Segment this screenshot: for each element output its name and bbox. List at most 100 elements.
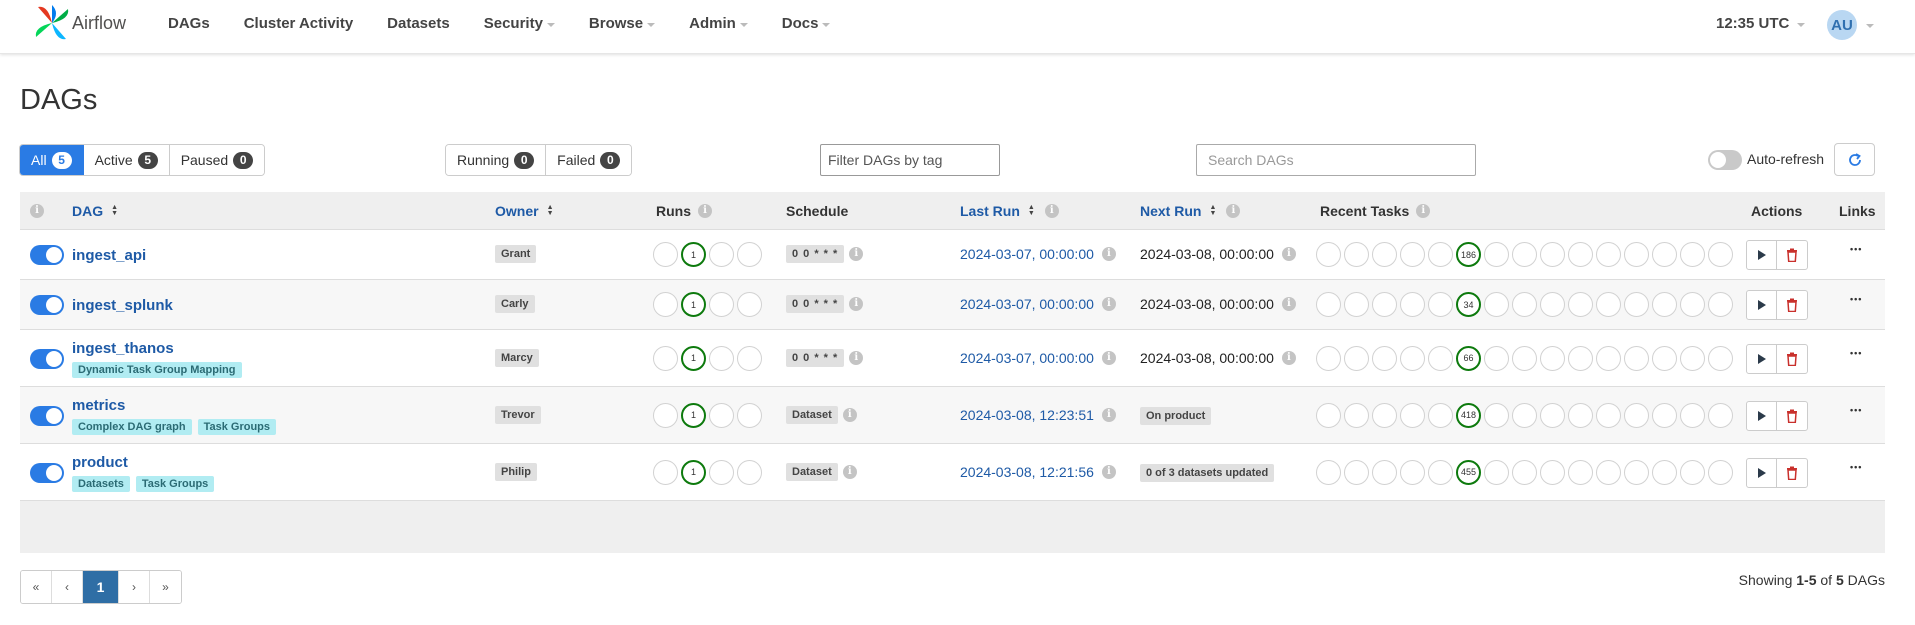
run-empty-circle[interactable] [653,345,678,371]
owner-badge[interactable]: Carly [495,295,535,313]
dag-tag[interactable]: Task Groups [197,418,277,435]
task-state-circle[interactable] [1568,242,1593,267]
task-state-circle[interactable] [1512,242,1537,267]
task-state-circle[interactable] [1624,402,1649,428]
dag-pause-toggle[interactable] [30,462,64,483]
next-run-dataset-badge[interactable]: 0 of 3 datasets updated [1140,463,1275,482]
delete-dag-button[interactable] [1777,402,1807,430]
info-icon[interactable]: i [1281,247,1296,261]
info-icon[interactable]: i [1101,350,1116,365]
column-owner[interactable]: Owner ▲ ▼ [495,192,554,230]
task-state-circle[interactable] [1344,345,1369,371]
task-state-circle[interactable] [1624,345,1649,371]
filter-all-button[interactable]: All 5 [20,145,84,175]
task-state-circle[interactable] [1596,402,1621,428]
task-state-circle[interactable] [1400,292,1425,317]
tag-filter-input[interactable]: Filter DAGs by tag [820,144,1000,176]
schedule-badge[interactable]: 0 0 * * * [786,245,845,263]
task-state-circle[interactable] [1484,459,1509,485]
search-dags-input[interactable]: Search DAGs [1196,144,1476,176]
task-state-circle[interactable] [1596,459,1621,485]
schedule-badge[interactable]: 0 0 * * * [786,348,845,367]
owner-badge[interactable]: Grant [495,245,537,263]
info-icon[interactable]: i [1416,204,1431,218]
delete-dag-button[interactable] [1777,291,1807,319]
task-state-circle[interactable] [1652,345,1677,371]
user-avatar[interactable]: AU [1827,10,1857,40]
info-icon[interactable]: i [849,297,864,311]
refresh-button[interactable] [1834,143,1875,176]
nav-item-datasets[interactable]: Datasets [387,15,450,32]
task-success-circle[interactable]: 455 [1456,459,1481,485]
nav-item-browse[interactable]: Browse [589,15,656,32]
page-first-button[interactable]: « [21,571,52,603]
task-state-circle[interactable] [1344,292,1369,317]
dag-name-link[interactable]: ingest_api [72,247,146,264]
task-state-circle[interactable] [1680,242,1705,267]
dag-pause-toggle[interactable] [30,348,64,369]
trigger-dag-button[interactable] [1747,401,1777,430]
run-empty-circle[interactable] [737,402,762,428]
brand-text[interactable]: Airflow [72,13,126,34]
task-state-circle[interactable] [1708,402,1733,428]
filter-running-button[interactable]: Running 0 [446,145,547,175]
task-state-circle[interactable] [1540,292,1565,317]
run-empty-circle[interactable] [737,459,762,485]
run-empty-circle[interactable] [653,459,678,485]
nav-item-admin[interactable]: Admin [689,15,748,32]
clock-menu[interactable]: 12:35 UTC [1716,15,1806,32]
run-empty-circle[interactable] [709,292,734,317]
owner-badge[interactable]: Marcy [495,348,539,367]
trigger-dag-button[interactable] [1747,241,1777,269]
task-state-circle[interactable] [1400,402,1425,428]
task-success-circle[interactable]: 418 [1456,402,1481,428]
task-state-circle[interactable] [1540,459,1565,485]
last-run-link[interactable]: 2024-03-07, 00:00:00 [960,246,1094,262]
info-icon[interactable]: i [842,464,857,479]
task-state-circle[interactable] [1344,242,1369,267]
task-state-circle[interactable] [1316,242,1341,267]
nav-item-dags[interactable]: DAGs [168,15,210,32]
task-state-circle[interactable] [1512,459,1537,485]
ellipsis-icon[interactable]: ••• [1850,462,1862,472]
task-state-circle[interactable] [1568,345,1593,371]
info-icon[interactable]: i [1226,204,1241,218]
task-state-circle[interactable] [1568,459,1593,485]
run-success-circle[interactable]: 1 [681,459,706,485]
last-run-link[interactable]: 2024-03-08, 12:23:51 [960,407,1094,423]
run-empty-circle[interactable] [737,345,762,371]
info-icon[interactable]: i [842,407,857,422]
delete-dag-button[interactable] [1777,241,1807,269]
run-empty-circle[interactable] [737,242,762,267]
dag-tag[interactable]: Task Groups [135,475,215,492]
dag-name-link[interactable]: metrics [72,397,125,414]
filter-failed-button[interactable]: Failed 0 [546,145,632,175]
task-state-circle[interactable] [1372,292,1397,317]
dag-tag[interactable]: Dynamic Task Group Mapping [72,361,242,378]
dag-tag[interactable]: Complex DAG graph [72,418,192,435]
task-state-circle[interactable] [1484,242,1509,267]
nav-item-cluster-activity[interactable]: Cluster Activity [244,15,353,32]
info-icon[interactable]: i [1101,247,1116,261]
task-state-circle[interactable] [1652,242,1677,267]
ellipsis-icon[interactable]: ••• [1850,405,1862,415]
task-state-circle[interactable] [1568,292,1593,317]
filter-paused-button[interactable]: Paused 0 [169,145,265,175]
info-icon[interactable]: i [1281,350,1296,365]
run-success-circle[interactable]: 1 [681,345,706,371]
run-empty-circle[interactable] [709,345,734,371]
task-state-circle[interactable] [1484,292,1509,317]
owner-badge[interactable]: Trevor [495,405,541,424]
run-empty-circle[interactable] [653,292,678,317]
task-state-circle[interactable] [1428,292,1453,317]
task-state-circle[interactable] [1652,402,1677,428]
next-run-dataset-badge[interactable]: On product [1140,406,1212,425]
run-success-circle[interactable]: 1 [681,292,706,317]
task-state-circle[interactable] [1344,402,1369,428]
nav-item-security[interactable]: Security [484,15,555,32]
last-run-link[interactable]: 2024-03-07, 00:00:00 [960,296,1094,312]
task-state-circle[interactable] [1540,345,1565,371]
task-state-circle[interactable] [1708,459,1733,485]
task-state-circle[interactable] [1680,292,1705,317]
last-run-link[interactable]: 2024-03-07, 00:00:00 [960,350,1094,366]
